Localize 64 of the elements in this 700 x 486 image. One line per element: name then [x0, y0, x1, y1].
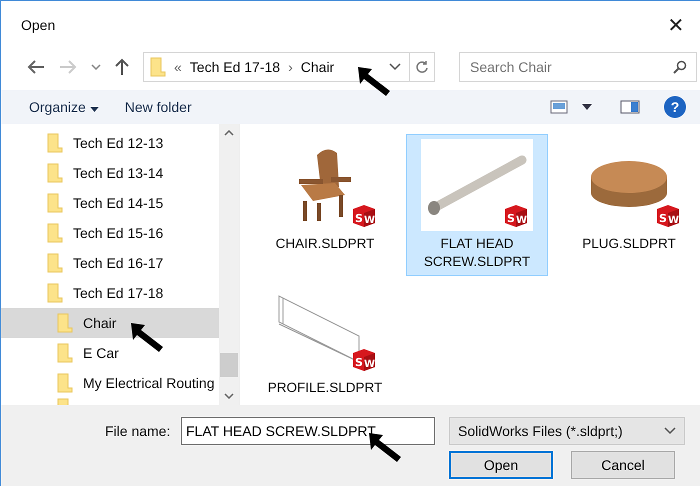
chevron-down-icon: [664, 427, 676, 435]
search-field[interactable]: Search Chair: [459, 52, 697, 82]
file-name: CHAIR.SLDPRT: [274, 235, 376, 253]
scroll-up-icon[interactable]: [224, 130, 234, 136]
tree-item[interactable]: Tech Ed 13-14: [1, 158, 219, 188]
search-icon: [673, 60, 687, 74]
tree-item[interactable]: Tech Ed 17-18: [1, 278, 219, 308]
folder-icon: [47, 283, 63, 303]
tree-item[interactable]: Tech Ed 12-13: [1, 128, 219, 158]
preview-pane-icon[interactable]: [620, 100, 640, 114]
folder-icon: [47, 133, 63, 153]
help-button[interactable]: ?: [664, 96, 686, 118]
organize-menu[interactable]: Organize: [23, 95, 105, 119]
file-name-label: File name:: [105, 423, 172, 439]
file-name: PLUG.SLDPRT: [581, 235, 677, 253]
open-button[interactable]: Open: [449, 451, 553, 479]
file-item[interactable]: SW FLAT HEAD SCREW.SLDPRT: [406, 134, 548, 276]
file-item[interactable]: SW PROFILE.SLDPRT: [254, 278, 396, 402]
arrow-pointer-icon: [356, 65, 392, 97]
file-item[interactable]: SW CHAIR.SLDPRT: [254, 134, 396, 276]
address-bar[interactable]: « Tech Ed 17-18 › Chair: [143, 52, 435, 82]
folder-icon: [47, 223, 63, 243]
cube-logo-icon: SW: [503, 203, 529, 229]
folder-icon: [47, 253, 63, 273]
breadcrumb[interactable]: Tech Ed 17-18: [190, 59, 280, 75]
file-item[interactable]: SW PLUG.SLDPRT: [558, 134, 700, 276]
scroll-down-icon[interactable]: [224, 393, 234, 399]
file-name: PROFILE.SLDPRT: [266, 379, 384, 397]
tree-item[interactable]: Chair: [1, 308, 219, 338]
arrow-pointer-icon: [129, 321, 165, 353]
breadcrumb[interactable]: Chair: [300, 59, 334, 75]
refresh-icon: [415, 60, 429, 74]
file-name: FLAT HEAD SCREW.SLDPRT: [422, 235, 532, 271]
folder-icon: [57, 373, 73, 393]
tree-item[interactable]: My Electrical Routing: [1, 368, 219, 398]
new-folder-button[interactable]: New folder: [118, 95, 198, 119]
window-title: Open: [21, 17, 56, 33]
tree-item[interactable]: Tech Ed 15-16: [1, 218, 219, 248]
caret-icon[interactable]: [582, 104, 592, 110]
chevron-down-icon[interactable]: [389, 63, 401, 71]
cube-logo-icon: SW: [351, 347, 377, 373]
file-type-dropdown[interactable]: SolidWorks Files (*.sldprt;): [449, 417, 685, 445]
close-button[interactable]: ✕: [656, 5, 696, 45]
caret-icon: [90, 107, 99, 112]
folder-icon: [57, 343, 73, 363]
overflow-chevron[interactable]: «: [174, 59, 182, 75]
file-name-field[interactable]: FLAT HEAD SCREW.SLDPRT: [181, 417, 435, 445]
folder-icon: [47, 193, 63, 213]
tree-item[interactable]: Tech Ed 16-17: [1, 248, 219, 278]
scrollbar[interactable]: [219, 124, 239, 405]
up-arrow-icon[interactable]: [115, 58, 129, 76]
cancel-button[interactable]: Cancel: [571, 451, 675, 479]
folder-icon: [57, 313, 73, 333]
breadcrumb-separator: ›: [288, 59, 293, 75]
tree-item[interactable]: E Car: [1, 338, 219, 368]
back-arrow-icon[interactable]: [27, 60, 45, 74]
view-picture-icon[interactable]: [550, 100, 568, 114]
chevron-down-icon[interactable]: [91, 64, 101, 70]
scrollbar-thumb[interactable]: [220, 353, 238, 377]
cube-logo-icon: SW: [351, 203, 377, 229]
folder-icon: [150, 57, 166, 77]
cube-logo-icon: SW: [655, 203, 681, 229]
folder-icon: [47, 163, 63, 183]
tree-item[interactable]: Tech Ed 14-15: [1, 188, 219, 218]
